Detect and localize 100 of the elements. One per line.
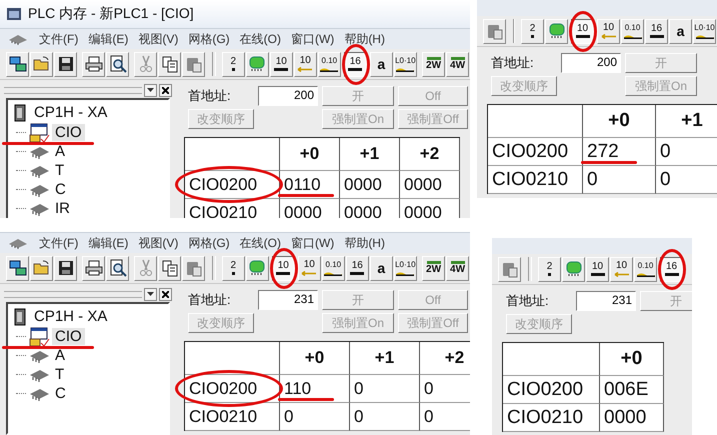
- tree-item[interactable]: CIO: [52, 328, 85, 345]
- magnifier-page-icon: [108, 55, 127, 73]
- menu-item[interactable]: 网格(G): [183, 30, 235, 48]
- toolbar-button[interactable]: 2: [538, 256, 561, 282]
- toolbar-button[interactable]: [106, 256, 130, 280]
- row-header: CIO0210: [503, 404, 600, 432]
- menu-item[interactable]: 窗口(W): [286, 234, 340, 252]
- menu-item[interactable]: 在线(O): [234, 234, 286, 252]
- toolbar-button[interactable]: 16: [346, 256, 369, 280]
- address-field[interactable]: 231: [258, 290, 318, 310]
- menu-item[interactable]: 视图(V): [133, 234, 184, 252]
- table-cell: 0: [350, 375, 420, 403]
- dropdown-icon[interactable]: [144, 288, 157, 300]
- column-header: +0: [280, 138, 340, 171]
- menu-item[interactable]: 在线(O): [234, 30, 286, 48]
- toolbar-button[interactable]: 10: [294, 52, 317, 76]
- toolbar-button[interactable]: L0·10: [693, 18, 716, 44]
- toolbar-button[interactable]: 2: [222, 52, 245, 76]
- toolbar-button[interactable]: [30, 52, 53, 76]
- tree-item[interactable]: T: [52, 366, 68, 383]
- tree-item[interactable]: C: [52, 181, 69, 198]
- toolbar-button[interactable]: [54, 256, 77, 280]
- table-cell: 0: [280, 403, 350, 431]
- toolbar-button[interactable]: a: [669, 18, 692, 44]
- toolbar-button[interactable]: L0·10: [394, 256, 417, 280]
- toolbar-button[interactable]: 2W: [422, 256, 446, 280]
- menu-item[interactable]: 文件(F): [34, 30, 84, 48]
- toolbar-button[interactable]: [82, 52, 106, 76]
- menu-item[interactable]: 帮助(H): [339, 30, 390, 48]
- toolbar-button[interactable]: 10: [571, 18, 594, 44]
- menu-item[interactable]: 帮助(H): [339, 234, 390, 252]
- toolbar-button[interactable]: 16: [645, 18, 668, 44]
- printer-icon: [84, 259, 103, 277]
- arrow-icon: [600, 34, 616, 39]
- table-cell: 0000: [600, 404, 664, 432]
- toolbar-button[interactable]: [6, 52, 29, 76]
- close-icon[interactable]: [159, 288, 172, 300]
- arrow-icon: [301, 271, 318, 276]
- tree-item[interactable]: A: [52, 347, 68, 364]
- address-field[interactable]: 200: [258, 86, 318, 106]
- chip-icon: [28, 348, 50, 362]
- bar-icon: [350, 272, 364, 275]
- column-header: +2: [420, 342, 470, 375]
- chip-icon: [548, 22, 566, 40]
- toolbar-button[interactable]: [158, 256, 182, 280]
- bar-icon: [650, 35, 664, 38]
- toolbar-button[interactable]: 4W: [446, 256, 470, 280]
- menu-item[interactable]: 网格(G): [183, 234, 235, 252]
- address-field[interactable]: 231: [576, 291, 636, 311]
- toolbar-button[interactable]: 10: [597, 18, 620, 44]
- tree-item[interactable]: CP1H - XA: [34, 104, 108, 121]
- toolbar-button[interactable]: 2: [521, 18, 544, 44]
- tree-item[interactable]: CP1H - XA: [34, 308, 108, 325]
- chip-icon: [28, 386, 50, 400]
- menu-item[interactable]: 窗口(W): [286, 30, 340, 48]
- windows-icon: [8, 259, 26, 277]
- tree-item[interactable]: T: [52, 162, 68, 179]
- toolbar-button[interactable]: a: [370, 256, 393, 280]
- toolbar-button[interactable]: [6, 256, 29, 280]
- toolbar-button[interactable]: 16: [660, 256, 683, 282]
- toolbar-button[interactable]: 10: [270, 52, 293, 76]
- menu-item[interactable]: 编辑(E): [83, 30, 134, 48]
- address-field[interactable]: 200: [561, 53, 621, 73]
- toolbar-button[interactable]: L0·10: [394, 52, 417, 76]
- dropdown-icon[interactable]: [144, 84, 157, 96]
- toolbar-button[interactable]: [54, 52, 77, 76]
- wave-icon: [320, 67, 338, 72]
- toolbar-button[interactable]: 4W: [446, 52, 470, 76]
- toolbar-button[interactable]: 0.10: [621, 18, 644, 44]
- toolbar-button[interactable]: 2W: [422, 52, 446, 76]
- table-cell: 006E: [600, 376, 664, 404]
- row-header: CIO0210: [185, 199, 280, 218]
- tree-item[interactable]: IR: [52, 200, 73, 217]
- chip-icon: [28, 164, 50, 178]
- toolbar-button[interactable]: 10: [610, 256, 633, 282]
- toolbar-button[interactable]: [106, 52, 130, 76]
- toolbar-button[interactable]: [82, 256, 106, 280]
- menu-item[interactable]: 视图(V): [133, 30, 184, 48]
- toolbar-button[interactable]: [30, 256, 53, 280]
- tree-item[interactable]: A: [52, 143, 68, 160]
- toolbar-button[interactable]: 2: [222, 256, 245, 280]
- toolbar-button[interactable]: a: [370, 52, 393, 76]
- wave-icon: [636, 272, 654, 277]
- column-header: +2: [400, 138, 460, 171]
- toolbar-button[interactable]: 0.10: [318, 52, 341, 76]
- toolbar-button[interactable]: [158, 52, 182, 76]
- plc-icon: [14, 308, 26, 326]
- table-cell: 0: [656, 166, 717, 194]
- bar-icon: [664, 273, 678, 276]
- menu-item[interactable]: 编辑(E): [83, 234, 134, 252]
- menu-item[interactable]: 文件(F): [34, 234, 84, 252]
- toolbar-button[interactable]: 10: [298, 256, 321, 280]
- tree-item[interactable]: CIO: [52, 124, 85, 141]
- toolbar-button[interactable]: 0.10: [634, 256, 657, 282]
- wave-icon: [396, 271, 414, 276]
- close-icon[interactable]: [159, 84, 172, 96]
- toolbar-button[interactable]: 0.10: [322, 256, 345, 280]
- dots-icon: [450, 57, 465, 60]
- toolbar-button[interactable]: 10: [586, 256, 609, 282]
- tree-item[interactable]: C: [52, 385, 69, 402]
